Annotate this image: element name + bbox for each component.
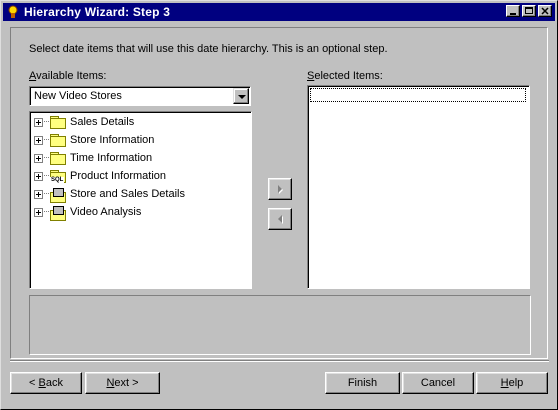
maximize-button[interactable] [522,5,536,17]
multi-folder-icon [50,205,66,221]
dropdown-button[interactable] [233,88,249,104]
instruction-text: Select date items that will use this dat… [29,43,388,55]
back-button[interactable]: < Back [10,372,82,394]
tree-item-label: Sales Details [70,116,135,128]
sql-folder-icon: SQL [50,169,66,183]
expand-icon[interactable] [34,117,43,127]
help-button[interactable]: Help [476,372,548,394]
maximize-icon [525,7,533,14]
expand-icon[interactable] [34,153,43,163]
expand-icon[interactable] [34,207,43,217]
title-bar[interactable]: Hierarchy Wizard: Step 3 [3,3,555,21]
next-button[interactable]: Next > [85,372,160,394]
arrow-right-icon [278,185,282,193]
tree-item-video-analysis[interactable]: Video Analysis [34,203,141,221]
tree-item-label: Store and Sales Details [70,188,185,200]
wizard-window: Hierarchy Wizard: Step 3 Select date ite… [0,0,558,410]
help-button-label: Help [500,377,524,389]
tree-item-label: Product Information [70,170,166,182]
tree-item-store-and-sales-details[interactable]: Store and Sales Details [34,185,185,203]
finish-button[interactable]: Finish [325,372,400,394]
selected-items-label: Selected Items: [307,70,383,82]
available-items-label: Available Items: [29,70,107,82]
focus-rectangle [310,88,526,102]
finish-button-label: Finish [347,377,378,389]
folder-icon [50,151,66,165]
title-bar-buttons [504,5,552,17]
remove-item-button[interactable] [268,208,292,230]
tree-item-store-information[interactable]: Store Information [34,131,154,149]
arrow-left-icon [278,215,282,223]
expand-icon[interactable] [34,171,43,181]
close-icon [541,7,549,15]
description-panel [29,295,531,355]
cancel-button[interactable]: Cancel [402,372,474,394]
folder-icon [50,133,66,147]
add-item-button[interactable] [268,178,292,200]
tree-item-time-information[interactable]: Time Information [34,149,152,167]
multi-folder-icon [50,187,66,203]
next-button-label: Next > [106,377,139,389]
close-button[interactable] [538,5,552,17]
available-items-tree[interactable]: Sales Details Store Information Time Inf… [29,111,252,289]
source-dropdown-value: New Video Stores [34,90,122,102]
selected-items-list[interactable] [307,85,530,289]
expand-icon[interactable] [34,135,43,145]
tree-item-sales-details[interactable]: Sales Details [34,113,134,131]
expand-icon[interactable] [34,189,43,199]
chevron-down-icon [238,95,246,99]
minimize-icon [510,13,516,15]
window-title: Hierarchy Wizard: Step 3 [24,5,171,19]
back-button-label: < Back [29,377,63,389]
tree-item-label: Time Information [70,152,153,164]
tree-item-product-information[interactable]: SQL Product Information [34,167,166,185]
tree-item-label: Store Information [70,134,155,146]
tree-item-label: Video Analysis [70,206,142,218]
minimize-button[interactable] [506,5,520,17]
cancel-button-label: Cancel [420,377,456,389]
app-icon [6,5,20,19]
source-dropdown[interactable]: New Video Stores [29,86,251,106]
folder-icon [50,115,66,129]
